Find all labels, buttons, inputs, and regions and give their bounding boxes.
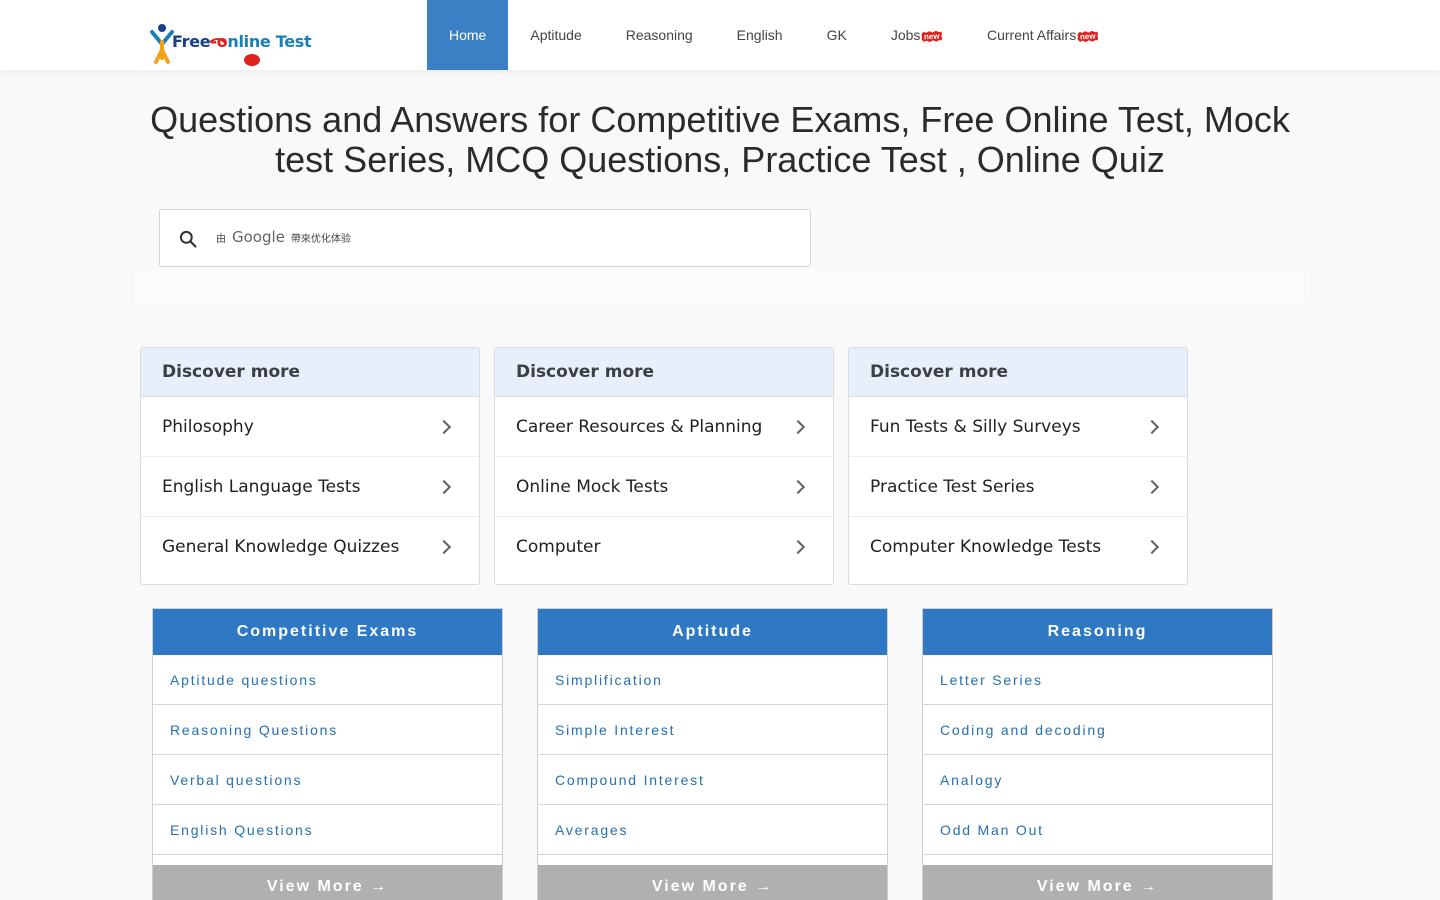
discover-item[interactable]: English Language Tests bbox=[141, 457, 479, 517]
card-link[interactable]: Simple Interest bbox=[538, 705, 887, 755]
site-header: Free-online Test Home Aptitude Reasoning… bbox=[0, 0, 1440, 70]
discover-panel: Discover more Philosophy English Languag… bbox=[140, 347, 480, 585]
chevron-right-icon bbox=[790, 419, 806, 434]
view-more-button[interactable]: View More → bbox=[923, 865, 1272, 900]
discover-item[interactable]: Online Mock Tests bbox=[495, 457, 833, 517]
card-spacer bbox=[538, 855, 887, 865]
nav-home[interactable]: Home bbox=[427, 0, 509, 70]
chevron-right-icon bbox=[436, 479, 452, 494]
nav-aptitude[interactable]: Aptitude bbox=[508, 0, 603, 70]
new-badge: new bbox=[1077, 30, 1099, 42]
category-card-competitive-exams: Competitive Exams Aptitude questions Rea… bbox=[152, 608, 503, 900]
card-link[interactable]: Letter Series bbox=[923, 655, 1272, 705]
discover-item[interactable]: Computer bbox=[495, 517, 833, 577]
nav-current-affairs[interactable]: Current Affairs new bbox=[965, 0, 1121, 70]
view-more-button[interactable]: View More → bbox=[538, 865, 887, 900]
search-box[interactable]: 由 Google 帶來优化体验 bbox=[159, 209, 811, 267]
card-spacer bbox=[153, 855, 502, 865]
ad-strip bbox=[134, 268, 1309, 302]
discover-item[interactable]: Computer Knowledge Tests bbox=[849, 517, 1187, 577]
card-spacer bbox=[923, 855, 1272, 865]
card-link[interactable]: Verbal questions bbox=[153, 755, 502, 805]
discover-item[interactable]: Career Resources & Planning bbox=[495, 397, 833, 457]
chevron-right-icon bbox=[1144, 539, 1160, 555]
discover-panel: Discover more Fun Tests & Silly Surveys … bbox=[848, 347, 1188, 585]
card-link[interactable]: Odd Man Out bbox=[923, 805, 1272, 855]
view-more-button[interactable]: View More → bbox=[153, 865, 502, 900]
discover-heading: Discover more bbox=[849, 348, 1187, 397]
card-link[interactable]: Simplification bbox=[538, 655, 887, 705]
card-title: Aptitude bbox=[538, 609, 887, 655]
search-input[interactable] bbox=[216, 224, 796, 252]
chevron-right-icon bbox=[436, 419, 452, 434]
chevron-right-icon bbox=[436, 539, 452, 555]
category-card-aptitude: Aptitude Simplification Simple Interest … bbox=[537, 608, 888, 900]
logo-text: Free-online Test bbox=[172, 32, 312, 51]
nav-gk[interactable]: GK bbox=[805, 0, 869, 70]
discover-item[interactable]: Philosophy bbox=[141, 397, 479, 457]
card-link[interactable]: Averages bbox=[538, 805, 887, 855]
card-title: Competitive Exams bbox=[153, 609, 502, 655]
card-link[interactable]: Coding and decoding bbox=[923, 705, 1272, 755]
nav-english[interactable]: English bbox=[715, 0, 805, 70]
main-nav: Home Aptitude Reasoning English GK Jobs n… bbox=[427, 0, 1121, 70]
discover-item[interactable]: Practice Test Series bbox=[849, 457, 1187, 517]
chevron-right-icon bbox=[1144, 479, 1160, 494]
page-title: Questions and Answers for Competitive Ex… bbox=[150, 99, 1290, 180]
chevron-right-icon bbox=[790, 479, 806, 494]
discover-heading: Discover more bbox=[495, 348, 833, 397]
card-link[interactable]: Analogy bbox=[923, 755, 1272, 805]
search-icon[interactable] bbox=[178, 229, 198, 249]
discover-panel: Discover more Career Resources & Plannin… bbox=[494, 347, 834, 585]
card-title: Reasoning bbox=[923, 609, 1272, 655]
site-logo[interactable]: Free-online Test bbox=[148, 14, 312, 70]
new-badge: new bbox=[921, 30, 943, 42]
chevron-right-icon bbox=[1144, 419, 1160, 434]
chevron-right-icon bbox=[790, 539, 806, 555]
discover-item[interactable]: General Knowledge Quizzes bbox=[141, 517, 479, 577]
nav-reasoning[interactable]: Reasoning bbox=[604, 0, 715, 70]
nav-jobs[interactable]: Jobs new bbox=[869, 0, 965, 70]
discover-item[interactable]: Fun Tests & Silly Surveys bbox=[849, 397, 1187, 457]
card-link[interactable]: Reasoning Questions bbox=[153, 705, 502, 755]
discover-heading: Discover more bbox=[141, 348, 479, 397]
card-link[interactable]: English Questions bbox=[153, 805, 502, 855]
card-link[interactable]: Aptitude questions bbox=[153, 655, 502, 705]
card-link[interactable]: Compound Interest bbox=[538, 755, 887, 805]
category-card-reasoning: Reasoning Letter Series Coding and decod… bbox=[922, 608, 1273, 900]
